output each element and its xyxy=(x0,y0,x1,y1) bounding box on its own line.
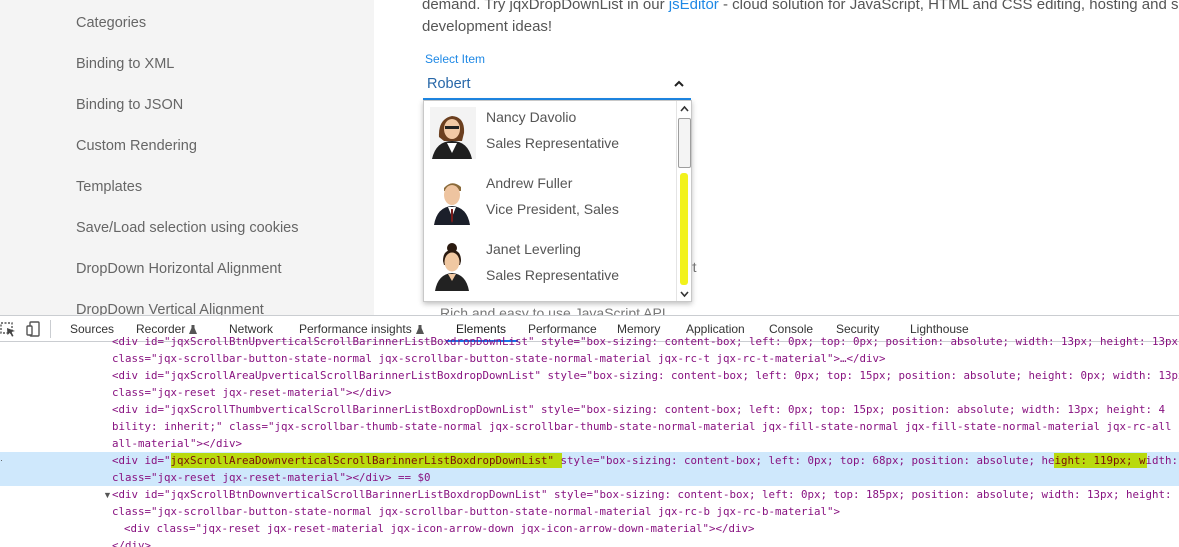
intro-text-before: demand. Try jqxDropDownList in our xyxy=(422,0,669,13)
dom-node-line[interactable]: <div id="jqxScrollThumbverticalScrollBar… xyxy=(0,401,1179,418)
list-item[interactable]: Janet Leverling Sales Representative xyxy=(424,233,675,299)
list-item[interactable]: Nancy Davolio Sales Representative xyxy=(424,101,675,167)
dom-node-line[interactable]: <div id="jqxScrollBtnUpverticalScrollBar… xyxy=(0,333,1179,350)
sidebar-item-templates[interactable]: Templates xyxy=(76,179,142,195)
list-item-name: Nancy Davolio xyxy=(486,109,577,125)
main-content: demand. Try jqxDropDownList in our jsEdi… xyxy=(374,0,1179,315)
scroll-up-arrow-icon[interactable] xyxy=(678,102,691,116)
sidebar-item-vertical-alignment[interactable]: DropDown Vertical Alignment xyxy=(76,302,264,315)
list-item[interactable]: Andrew Fuller Vice President, Sales xyxy=(424,167,675,233)
sidebar-item-custom-rendering[interactable]: Custom Rendering xyxy=(76,138,197,154)
sidebar-item-save-load-cookies[interactable]: Save/Load selection using cookies xyxy=(76,220,298,236)
dom-node-line[interactable]: class="jqx-scrollbar-button-state-normal… xyxy=(0,503,1179,520)
sidebar: Categories Binding to XML Binding to JSO… xyxy=(0,0,374,315)
dom-node-line[interactable]: </div> xyxy=(0,537,1179,547)
list-item-name: Andrew Fuller xyxy=(486,175,573,191)
selected-dom-node-line[interactable]: class="jqx-reset jqx-reset-material"></d… xyxy=(0,469,1179,486)
list-item-name: Janet Leverling xyxy=(486,241,581,257)
sidebar-item-horizontal-alignment[interactable]: DropDown Horizontal Alignment xyxy=(76,261,282,277)
sidebar-item-binding-to-json[interactable]: Binding to JSON xyxy=(76,97,183,113)
chevron-up-icon[interactable] xyxy=(673,78,685,90)
dom-node-line[interactable]: bility: inherit;" class="jqx-scrollbar-t… xyxy=(0,418,1179,435)
jseditor-link[interactable]: jsEditor xyxy=(669,0,719,13)
intro-text-line2: development ideas! xyxy=(422,18,553,35)
highlight-id-mark xyxy=(171,453,562,468)
scroll-area-down-highlight[interactable] xyxy=(680,173,688,285)
dropdown-selected-value: Robert xyxy=(427,76,471,92)
scrollbar-thumb[interactable] xyxy=(678,118,691,168)
dropdown-field[interactable]: Robert xyxy=(423,72,691,100)
dropdown-popup-list: Nancy Davolio Sales Representative Andre… xyxy=(423,100,692,302)
scroll-down-arrow-icon[interactable] xyxy=(678,287,691,301)
sidebar-item-categories[interactable]: Categories xyxy=(76,15,146,31)
dom-node-line[interactable]: class="jqx-reset jqx-reset-material"></d… xyxy=(0,384,1179,401)
list-item-role: Vice President, Sales xyxy=(486,201,619,217)
selected-node-marker: · xyxy=(0,455,3,465)
list-item-role: Sales Representative xyxy=(486,267,620,283)
employee-photo-icon xyxy=(430,239,476,291)
dom-node-line[interactable]: all-material"></div> xyxy=(0,435,1179,452)
highlight-height-mark xyxy=(1054,453,1147,468)
devtools-panel: Sources Recorder Network Performance ins… xyxy=(0,315,1179,547)
dropdown-label: Select Item xyxy=(425,52,486,66)
employee-photo-icon xyxy=(430,107,476,159)
dom-node-line[interactable]: <div id="jqxScrollBtnDownverticalScrollB… xyxy=(0,486,1179,503)
employee-photo-icon xyxy=(430,173,476,225)
dom-node-line[interactable]: <div id="jqxScrollAreaUpverticalScrollBa… xyxy=(0,367,1179,384)
dom-node-line[interactable]: <div class="jqx-reset jqx-reset-material… xyxy=(0,520,1179,537)
intro-text: demand. Try jqxDropDownList in our jsEdi… xyxy=(422,0,1179,38)
vertical-scrollbar[interactable] xyxy=(676,101,691,301)
sidebar-item-binding-to-xml[interactable]: Binding to XML xyxy=(76,56,174,72)
background-bullet-text: Rich and easy to use JavaScript API xyxy=(440,305,666,315)
dom-node-line[interactable]: class="jqx-scrollbar-button-state-normal… xyxy=(0,350,1179,367)
intro-text-after: - cloud solution for JavaScript, HTML an… xyxy=(718,0,1179,13)
list-item-role: Sales Representative xyxy=(486,135,620,151)
